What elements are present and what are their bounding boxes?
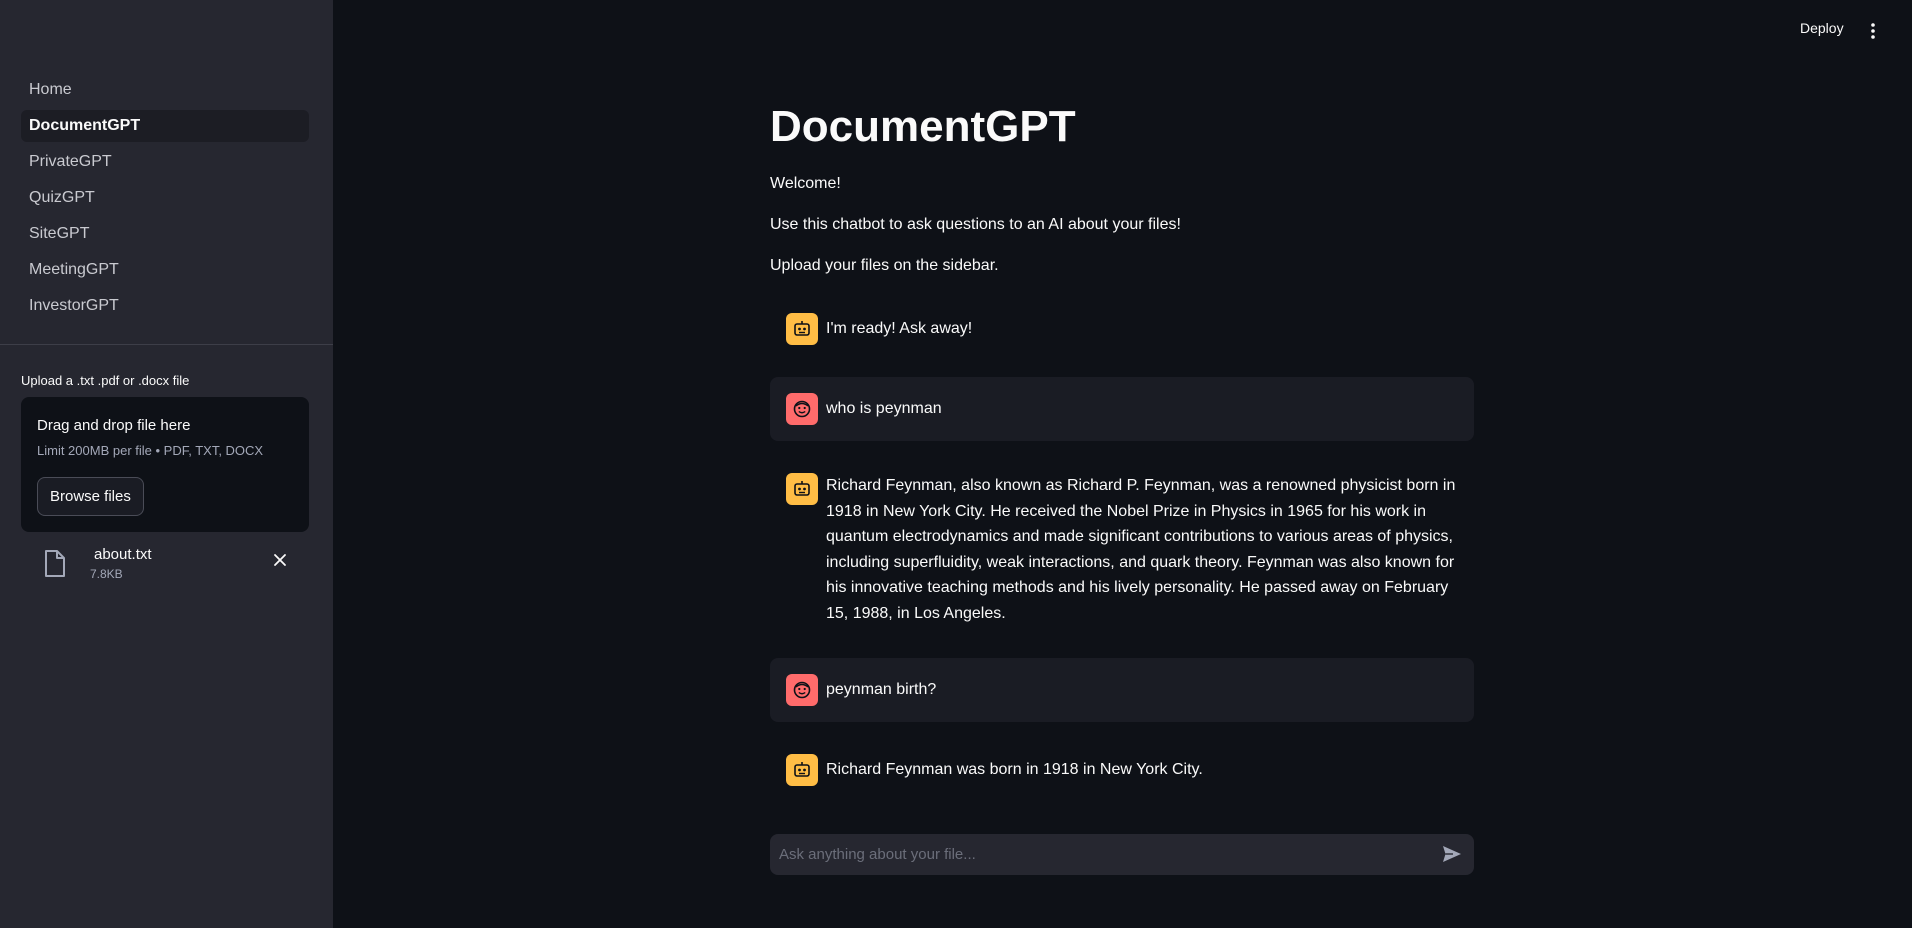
robot-icon xyxy=(786,473,818,505)
robot-icon xyxy=(786,754,818,786)
sidebar-item-quizgpt[interactable]: QuizGPT xyxy=(21,182,309,214)
dropzone-limit: Limit 200MB per file • PDF, TXT, DOCX xyxy=(37,443,264,458)
close-icon[interactable] xyxy=(273,553,287,572)
chat-input-container xyxy=(770,834,1474,875)
sidebar-item-home[interactable]: Home xyxy=(21,74,309,106)
vertical-dots-icon[interactable] xyxy=(1870,22,1876,45)
chat-message-ai: Richard Feynman was born in 1918 in New … xyxy=(770,740,1474,800)
chat-message-text: Richard Feynman, also known as Richard P… xyxy=(826,477,1456,622)
browse-files-button[interactable]: Browse files xyxy=(37,477,144,516)
sidebar-item-sitegpt[interactable]: SiteGPT xyxy=(21,218,309,250)
sidebar-item-meetinggpt[interactable]: MeetingGPT xyxy=(21,254,309,286)
sidebar-item-label: InvestorGPT xyxy=(29,297,119,314)
face-icon xyxy=(786,393,818,425)
upload-label: Upload a .txt .pdf or .docx file xyxy=(21,373,190,388)
sidebar-item-documentgpt[interactable]: DocumentGPT xyxy=(21,110,309,142)
sidebar-nav: Home DocumentGPT PrivateGPT QuizGPT Site… xyxy=(21,74,309,326)
sidebar-item-privategpt[interactable]: PrivateGPT xyxy=(21,146,309,178)
chat-message-text: peynman birth? xyxy=(826,681,937,698)
sidebar-item-investorgpt[interactable]: InvestorGPT xyxy=(21,290,309,322)
page-title: DocumentGPT xyxy=(770,102,1076,151)
deploy-button[interactable]: Deploy xyxy=(1800,20,1844,36)
intro-upload-hint: Upload your files on the sidebar. xyxy=(770,257,999,274)
file-size: 7.8KB xyxy=(90,567,123,581)
file-icon xyxy=(43,550,67,583)
dropzone-title: Drag and drop file here xyxy=(37,417,191,434)
chat-message-human: peynman birth? xyxy=(770,658,1474,722)
sidebar-divider xyxy=(0,344,333,345)
intro-description: Use this chatbot to ask questions to an … xyxy=(770,216,1181,233)
uploaded-file: about.txt 7.8KB xyxy=(21,540,309,590)
chat-message-ai: Richard Feynman, also known as Richard P… xyxy=(770,459,1474,639)
robot-icon xyxy=(786,313,818,345)
chat-message-ai: I'm ready! Ask away! xyxy=(770,299,1474,359)
sidebar-item-label: DocumentGPT xyxy=(29,117,141,134)
chat-message-text: Richard Feynman was born in 1918 in New … xyxy=(826,761,1203,778)
file-name: about.txt xyxy=(94,546,152,563)
face-icon xyxy=(786,674,818,706)
file-dropzone[interactable]: Drag and drop file here Limit 200MB per … xyxy=(21,397,309,532)
chat-message-text: I'm ready! Ask away! xyxy=(826,320,973,337)
sidebar-item-label: PrivateGPT xyxy=(29,153,112,170)
sidebar-item-label: QuizGPT xyxy=(29,189,95,206)
sidebar: Home DocumentGPT PrivateGPT QuizGPT Site… xyxy=(0,0,333,928)
sidebar-item-label: Home xyxy=(29,81,72,98)
sidebar-item-label: SiteGPT xyxy=(29,225,90,242)
chat-message-text: who is peynman xyxy=(826,400,942,417)
intro-welcome: Welcome! xyxy=(770,175,841,192)
sidebar-item-label: MeetingGPT xyxy=(29,261,119,278)
send-icon[interactable] xyxy=(1442,845,1462,868)
chat-message-human: who is peynman xyxy=(770,377,1474,441)
chat-input[interactable] xyxy=(770,834,1420,875)
